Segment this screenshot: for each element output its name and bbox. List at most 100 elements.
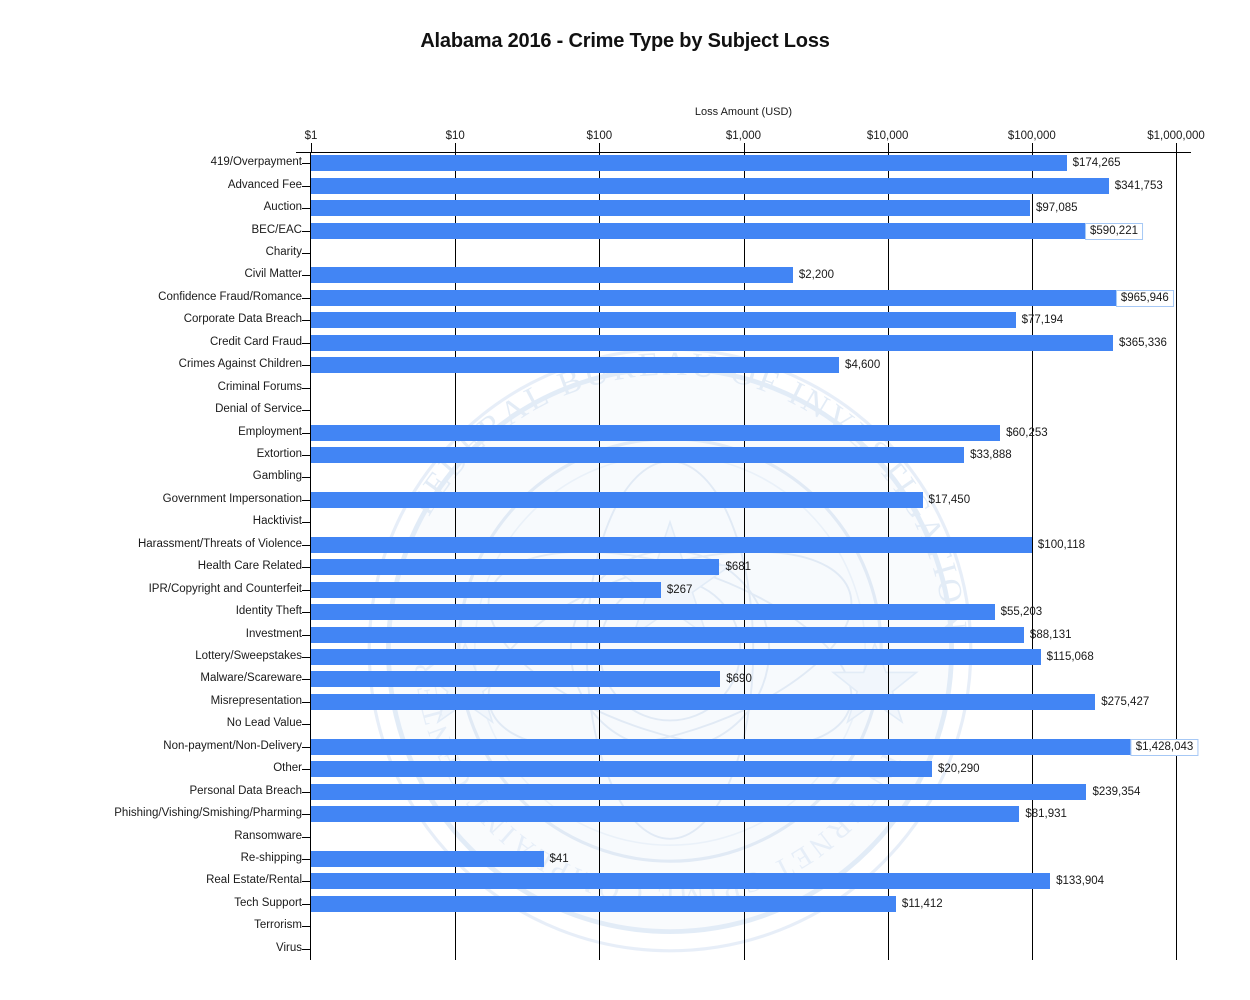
category-tick-mark xyxy=(302,701,311,703)
category-tick-mark xyxy=(302,948,311,950)
category-tick-mark xyxy=(302,297,311,299)
bar-value-label: $100,118 xyxy=(1037,538,1086,551)
bar[interactable] xyxy=(311,604,995,621)
category-label: BEC/EAC xyxy=(251,223,303,236)
category-label: Advanced Fee xyxy=(227,178,302,191)
category-label: Confidence Fraud/Romance xyxy=(158,290,302,303)
y-axis-line xyxy=(310,152,311,960)
bar-value-label: $11,412 xyxy=(901,897,943,910)
bar-value-label: $965,946 xyxy=(1115,289,1174,307)
bar[interactable] xyxy=(311,581,661,598)
category-label: Lottery/Sweepstakes xyxy=(195,650,302,662)
category-tick-mark xyxy=(302,365,311,367)
category-tick-mark xyxy=(302,859,311,860)
gridline xyxy=(1176,152,1177,960)
bar[interactable] xyxy=(311,200,1030,217)
bar[interactable] xyxy=(311,626,1024,643)
category-tick-mark xyxy=(302,567,311,569)
x-tick-label: $100 xyxy=(586,130,613,142)
x-tick-mark xyxy=(887,143,889,153)
bar-value-label: $60,253 xyxy=(1006,426,1048,439)
bar[interactable] xyxy=(311,447,965,463)
category-label: Misrepresentation xyxy=(210,694,302,707)
category-label: Other xyxy=(273,762,302,775)
x-axis-title: Loss Amount (USD) xyxy=(694,106,793,118)
bar[interactable] xyxy=(311,671,721,688)
bar-value-label: $41 xyxy=(549,853,569,865)
bar[interactable] xyxy=(311,806,1020,823)
bar[interactable] xyxy=(311,155,1067,172)
category-tick-mark xyxy=(302,769,311,771)
category-tick-mark xyxy=(302,208,311,210)
category-label: Charity xyxy=(265,246,302,258)
x-tick-mark xyxy=(1031,143,1033,153)
x-tick-mark xyxy=(743,143,745,153)
bar[interactable] xyxy=(311,783,1087,800)
category-tick-mark xyxy=(302,836,311,838)
category-label: Health Care Related xyxy=(197,560,302,573)
page-title: Alabama 2016 - Crime Type by Subject Los… xyxy=(420,30,830,52)
bar[interactable] xyxy=(311,895,896,912)
category-label: Real Estate/Rental xyxy=(206,874,302,887)
category-label: Civil Matter xyxy=(244,268,302,281)
x-tick-mark xyxy=(311,143,312,153)
category-tick-mark xyxy=(302,634,311,636)
category-tick-mark xyxy=(302,522,311,524)
bar[interactable] xyxy=(311,177,1109,194)
gridline xyxy=(1031,152,1033,960)
bar[interactable] xyxy=(311,289,1174,306)
category-label: 419/Overpayment xyxy=(210,156,302,169)
bar[interactable] xyxy=(311,649,1041,665)
bar[interactable] xyxy=(311,222,1143,239)
bar[interactable] xyxy=(311,267,793,284)
category-label: Employment xyxy=(238,425,302,438)
category-tick-mark xyxy=(302,612,311,614)
category-tick-mark xyxy=(302,320,311,322)
x-tick-label: $10 xyxy=(445,130,465,142)
category-label: No Lead Value xyxy=(226,717,302,730)
x-tick-label: $1 xyxy=(304,130,318,142)
bar[interactable] xyxy=(311,491,923,508)
bar-value-label: $33,888 xyxy=(970,449,1012,461)
category-label: Hacktivist xyxy=(252,515,302,528)
category-tick-mark xyxy=(302,230,311,232)
bar[interactable] xyxy=(311,357,840,374)
crime-loss-bar-chart: Alabama 2016 - Crime Type by Subject Los… xyxy=(0,0,1250,1000)
bar[interactable] xyxy=(311,424,1001,441)
gridline xyxy=(887,152,889,960)
category-tick-mark xyxy=(302,455,311,456)
x-tick-label: $1,000 xyxy=(725,130,762,142)
bar[interactable] xyxy=(311,851,544,867)
bar[interactable] xyxy=(311,536,1032,553)
bar[interactable] xyxy=(311,312,1016,329)
category-label: Virus xyxy=(276,941,302,954)
bar-value-label: $88,131 xyxy=(1029,628,1072,641)
bar-value-label: $681 xyxy=(725,561,752,574)
category-tick-mark xyxy=(302,432,311,434)
category-tick-mark xyxy=(302,275,311,277)
category-label: Corporate Data Breach xyxy=(183,313,302,326)
category-label: Government Impersonation xyxy=(162,492,302,505)
bar[interactable] xyxy=(311,738,1199,755)
category-tick-mark xyxy=(302,791,311,793)
category-tick-mark xyxy=(302,163,311,165)
bar-value-label: $81,931 xyxy=(1025,808,1067,821)
category-tick-mark xyxy=(302,881,311,883)
category-label: Phishing/Vishing/Smishing/Pharming xyxy=(114,807,302,820)
bar[interactable] xyxy=(311,693,1096,710)
category-label: Investment xyxy=(245,627,302,640)
x-tick-label: $10,000 xyxy=(866,130,909,142)
bar-value-label: $77,194 xyxy=(1021,314,1064,327)
bar-value-label: $590,221 xyxy=(1085,222,1143,240)
category-tick-mark xyxy=(302,679,311,681)
x-tick-label: $100,000 xyxy=(1007,130,1056,142)
bar[interactable] xyxy=(311,761,932,778)
x-tick-mark xyxy=(599,143,601,153)
category-tick-mark xyxy=(302,342,311,344)
category-label: Tech Support xyxy=(234,896,302,909)
bar[interactable] xyxy=(311,873,1051,890)
category-tick-mark xyxy=(302,926,311,928)
bar[interactable] xyxy=(311,334,1113,351)
bar[interactable] xyxy=(311,559,720,576)
category-label: Identity Theft xyxy=(235,605,302,618)
